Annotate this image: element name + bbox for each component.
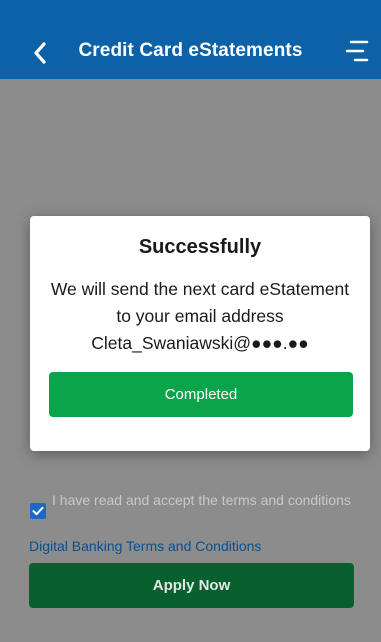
dialog-title: Successfully xyxy=(138,236,262,258)
success-dialog: Successfully We will send the next card … xyxy=(30,216,370,451)
completed-button[interactable]: Completed xyxy=(49,372,353,417)
terms-label: I have read and accept the terms and con… xyxy=(52,492,351,508)
digital-banking-terms-link[interactable]: Digital Banking Terms and Conditions xyxy=(29,538,261,554)
apply-now-button[interactable]: Apply Now xyxy=(29,563,354,608)
app-header: Credit Card eStatements xyxy=(0,0,381,79)
terms-checkbox[interactable] xyxy=(30,503,46,519)
dialog-message: We will send the next card eStatement to… xyxy=(50,279,350,353)
page-title: Credit Card eStatements xyxy=(78,40,303,61)
menu-icon[interactable] xyxy=(345,38,371,64)
